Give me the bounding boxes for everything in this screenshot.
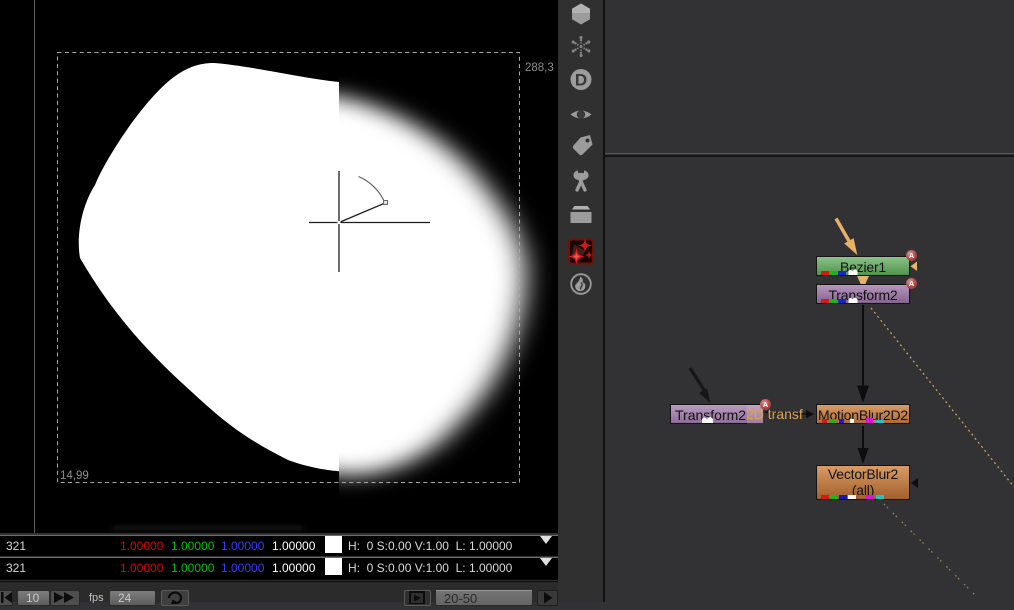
svg-text:D: D [575, 71, 587, 90]
svg-text:fps: fps [89, 592, 104, 603]
